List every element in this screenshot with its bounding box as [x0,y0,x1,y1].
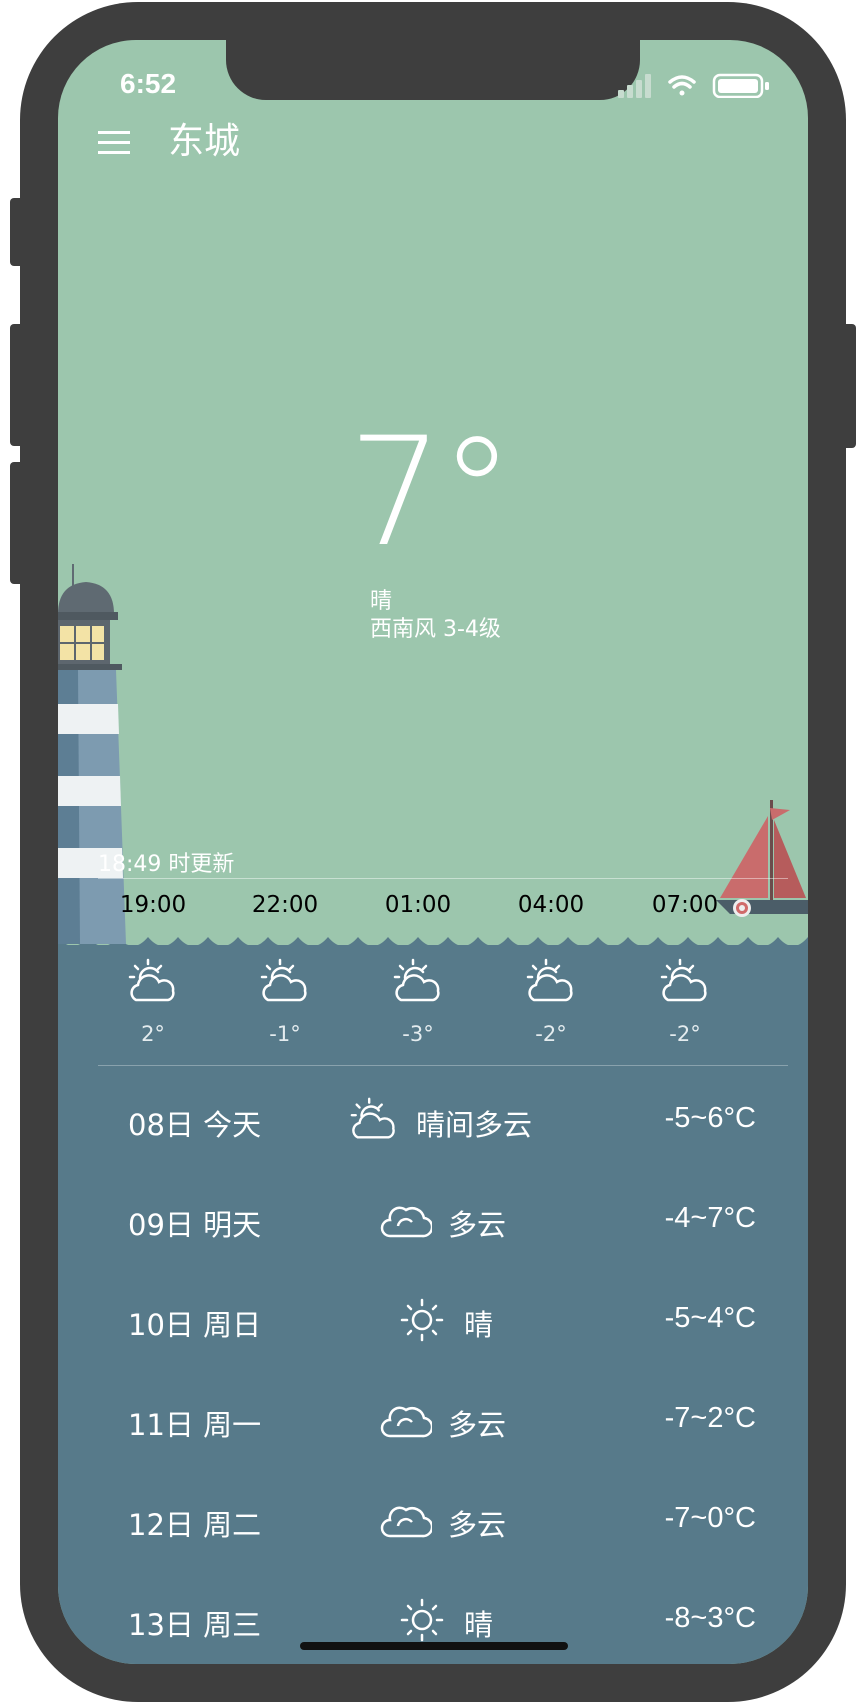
status-time: 6:52 [120,68,177,99]
hour-time: 01:00 [384,892,452,918]
hour-time: 04:00 [517,892,585,918]
day-date: 08日 今天 [128,1108,262,1142]
hour-temp: -1° [269,1022,301,1046]
city-name[interactable]: 东城 [168,112,240,164]
current-temperature: 7° [348,406,514,580]
hour-temp: 2° [141,1022,165,1046]
forecast-divider [98,1065,788,1066]
sun-icon [400,1298,444,1342]
day-condition: 晴 [464,1308,494,1342]
current-conditions: 晴 西南风 3-4级 [370,588,501,644]
menu-icon[interactable] [98,128,132,158]
update-time: 18:49 时更新 [98,852,235,877]
cloud-icon [380,1206,432,1238]
update-divider [98,878,788,879]
daily-row[interactable]: 11日 周一 多云 -7~2°C [58,1392,808,1452]
hour-time: 07:00 [651,892,719,918]
day-condition: 多云 [448,1408,507,1442]
hour-temp: -2° [535,1022,567,1046]
partly-cloudy-icon [350,1097,395,1139]
partly-cloudy-icon [393,958,440,1002]
hour-time: 19:00 [119,892,187,918]
waves-decoration [58,937,808,955]
day-date: 12日 周二 [128,1508,262,1542]
lighthouse-illustration [58,564,126,944]
partly-cloudy-icon [526,958,573,1002]
signal-icon [618,74,651,98]
day-condition: 多云 [448,1508,507,1542]
hour-time: 22:00 [251,892,319,918]
current-condition-text: 晴 [370,589,393,614]
partly-cloudy-icon [128,958,175,1002]
day-date: 09日 明天 [128,1208,262,1242]
hour-temp: -2° [669,1022,701,1046]
day-temp-range: -8~3°C [664,1602,756,1634]
day-condition: 晴间多云 [416,1108,533,1142]
wifi-icon [668,75,696,96]
daily-row[interactable]: 12日 周二 多云 -7~0°C [58,1492,808,1552]
day-temp-range: -7~2°C [664,1402,756,1434]
day-date: 11日 周一 [128,1408,262,1442]
day-date: 10日 周日 [128,1308,262,1342]
day-temp-range: -7~0°C [664,1502,756,1534]
daily-row[interactable]: 09日 明天 多云 -4~7°C [58,1192,808,1252]
cloud-icon [380,1506,432,1538]
day-temp-range: -4~7°C [664,1202,756,1234]
device-notch [226,40,640,100]
daily-row[interactable]: 10日 周日 晴 -5~4°C [58,1292,808,1352]
home-indicator[interactable] [300,1642,568,1650]
cloud-icon [380,1406,432,1438]
status-icons [618,73,769,98]
day-condition: 多云 [448,1208,507,1242]
daily-row-today[interactable]: 08日 今天 晴间多云 -5~6°C [58,1092,808,1152]
day-temp-range: -5~6°C [664,1102,756,1134]
sun-icon [400,1598,444,1642]
current-wind-text: 西南风 3-4级 [370,617,501,642]
hour-temp: -3° [402,1022,434,1046]
partly-cloudy-icon [260,958,307,1002]
day-date: 13日 周三 [128,1608,262,1642]
battery-icon [712,73,769,98]
day-temp-range: -5~4°C [664,1302,756,1334]
partly-cloudy-icon [660,958,707,1002]
day-condition: 晴 [464,1608,494,1642]
app-screen: 6:52 东城 7° 晴 西南风 3-4级 18:49 时更新 19:00 22… [58,40,808,1664]
